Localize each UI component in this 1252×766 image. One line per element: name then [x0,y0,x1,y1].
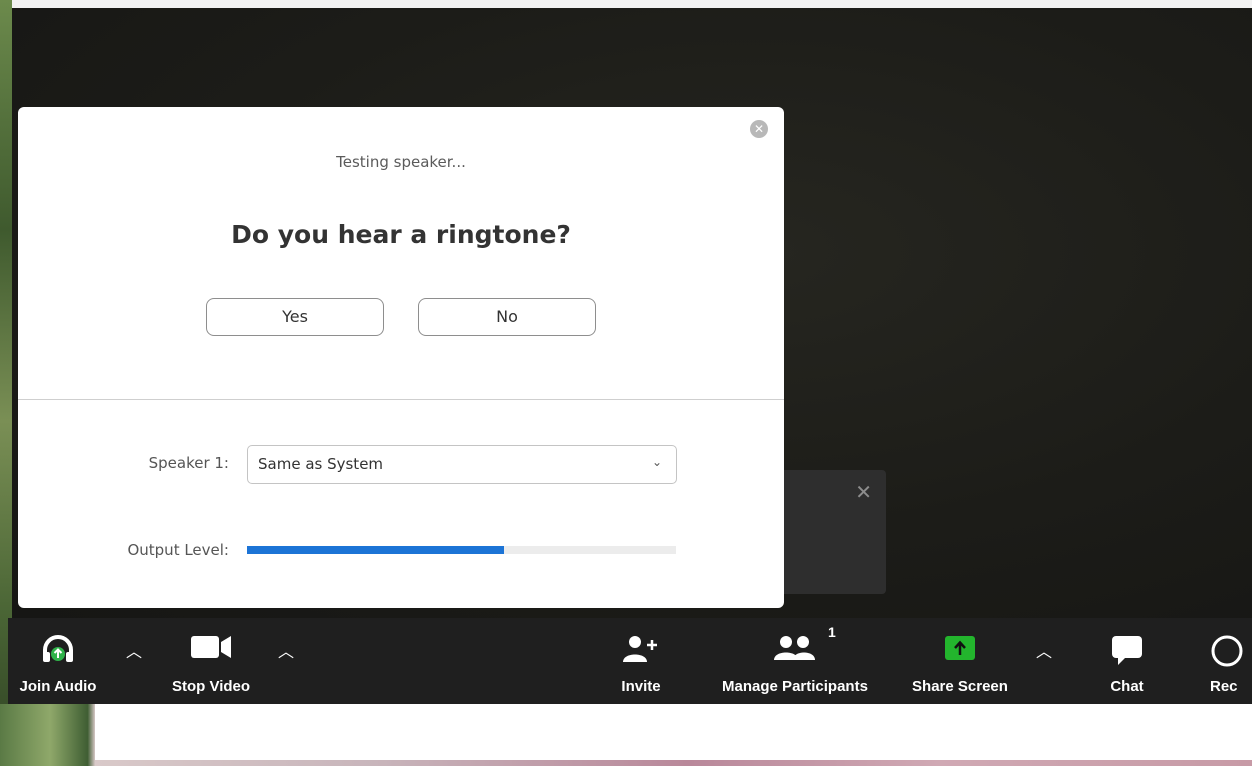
video-options-chevron-up-icon[interactable]: ︿ [274,640,298,664]
output-level-label: Output Level: [127,541,229,559]
headphones-icon [41,634,75,668]
join-audio-button[interactable]: Join Audio [8,618,108,704]
stop-video-label: Stop Video [171,678,251,695]
speaker-select[interactable]: Same as System ⌄ [247,445,677,484]
share-options-chevron-up-icon[interactable]: ︿ [1032,640,1056,664]
participant-count-badge: 1 [828,624,836,640]
participants-icon [771,634,819,666]
test-speaker-dialog: ✕ Testing speaker... Do you hear a ringt… [18,107,784,608]
toast-close-icon[interactable]: ✕ [855,480,872,504]
status-text: Testing speaker... [336,153,466,171]
share-screen-button[interactable]: Share Screen [900,618,1020,704]
add-person-icon [621,634,661,668]
chevron-down-icon: ⌄ [651,455,662,469]
join-audio-label: Join Audio [19,678,97,695]
chat-icon [1110,634,1144,670]
record-label: Rec [1210,678,1238,695]
video-camera-icon [189,634,233,664]
chat-button[interactable]: Chat [1096,618,1158,704]
speaker-label: Speaker 1: [148,454,229,472]
window-top-edge [0,0,1252,8]
no-button[interactable]: No [418,298,596,336]
chat-label: Chat [1110,678,1144,695]
invite-button[interactable]: Invite [608,618,674,704]
record-button[interactable]: Rec [1204,618,1252,704]
divider [18,399,784,400]
dialog-question: Do you hear a ringtone? [231,220,571,249]
share-screen-icon [943,634,977,666]
window-below [95,704,1252,760]
meeting-toolbar: Join Audio ︿ Stop Video ︿ Invite Manage … [8,618,1252,704]
dialog-close-icon[interactable]: ✕ [750,120,768,138]
output-level-meter [247,546,676,554]
output-level-fill [247,546,505,554]
audio-options-chevron-up-icon[interactable]: ︿ [122,640,146,664]
manage-participants-label: Manage Participants [722,678,868,695]
yes-button[interactable]: Yes [206,298,384,336]
invite-label: Invite [621,678,661,695]
stop-video-button[interactable]: Stop Video [156,618,266,704]
speaker-select-value: Same as System [258,455,384,473]
record-icon [1210,634,1244,672]
manage-participants-button[interactable]: Manage Participants [702,618,888,704]
share-screen-label: Share Screen [912,678,1008,695]
